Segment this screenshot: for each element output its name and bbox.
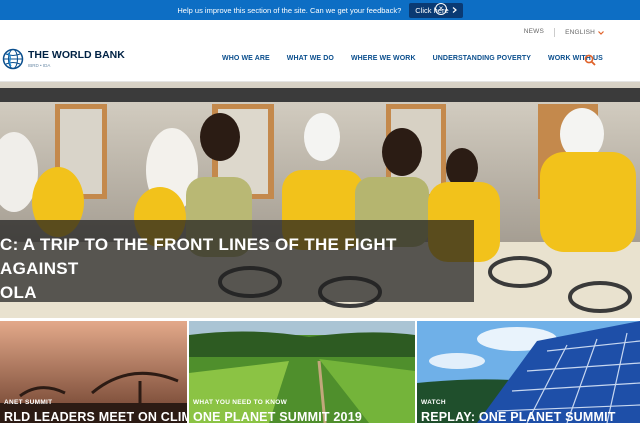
story-card-climate-leaders[interactable]: ANET SUMMIT RLD LEADERS MEET ON CLIMATE — [0, 321, 187, 423]
card-photo-green-fields — [189, 321, 415, 423]
card-photo-sunset-trees — [0, 321, 187, 423]
close-icon[interactable]: × — [435, 3, 447, 15]
feedback-banner: Help us improve this section of the site… — [0, 0, 640, 20]
site-header: NEWS ENGLISH THE WORLD BANK IBRD • IDA W… — [0, 20, 640, 82]
nav-item-what-we-do[interactable]: WHAT WE DO — [287, 55, 334, 62]
logo-wordmark: THE WORLD BANK IBRD • IDA — [28, 50, 125, 68]
story-card-one-planet-2019[interactable]: WHAT YOU NEED TO KNOW ONE PLANET SUMMIT … — [189, 321, 415, 423]
language-label: ENGLISH — [565, 29, 595, 36]
close-glyph: × — [438, 4, 444, 13]
hero-title[interactable]: C: A TRIP TO THE FRONT LINES OF THE FIGH… — [0, 233, 470, 305]
language-selector[interactable]: ENGLISH — [565, 28, 604, 37]
world-bank-logo[interactable]: THE WORLD BANK IBRD • IDA — [2, 48, 125, 70]
chevron-right-icon — [452, 7, 457, 13]
news-link[interactable]: NEWS — [524, 28, 544, 37]
main-nav: WHO WE ARE WHAT WE DO WHERE WE WORK UNDE… — [222, 55, 603, 62]
feedback-message: Help us improve this section of the site… — [177, 5, 402, 15]
nav-item-where-we-work[interactable]: WHERE WE WORK — [351, 55, 416, 62]
utility-nav: NEWS ENGLISH — [524, 28, 604, 37]
utility-divider — [554, 28, 556, 37]
globe-logo-icon — [2, 48, 24, 70]
nav-item-who-we-are[interactable]: WHO WE ARE — [222, 55, 270, 62]
nav-item-understanding-poverty[interactable]: UNDERSTANDING POVERTY — [433, 55, 531, 62]
logo-subtitle: IBRD • IDA — [28, 62, 51, 68]
card-label: WHAT YOU NEED TO KNOW — [193, 399, 288, 406]
card-title: REPLAY: ONE PLANET SUMMIT — [421, 410, 616, 423]
card-title: ONE PLANET SUMMIT 2019 — [193, 410, 363, 423]
card-label: WATCH — [421, 399, 446, 406]
logo-name: THE WORLD BANK — [28, 49, 125, 62]
story-card-replay-one-planet[interactable]: WATCH REPLAY: ONE PLANET SUMMIT — [417, 321, 640, 423]
chevron-down-icon — [598, 30, 604, 35]
hero-title-line-1: C: A TRIP TO THE FRONT LINES OF THE FIGH… — [0, 235, 397, 278]
hero-title-line-2: OLA — [0, 283, 37, 302]
card-label: ANET SUMMIT — [4, 399, 53, 406]
card-title: RLD LEADERS MEET ON CLIMATE — [4, 410, 187, 423]
card-photo-solar-panels — [417, 321, 640, 423]
search-icon[interactable] — [584, 54, 596, 66]
